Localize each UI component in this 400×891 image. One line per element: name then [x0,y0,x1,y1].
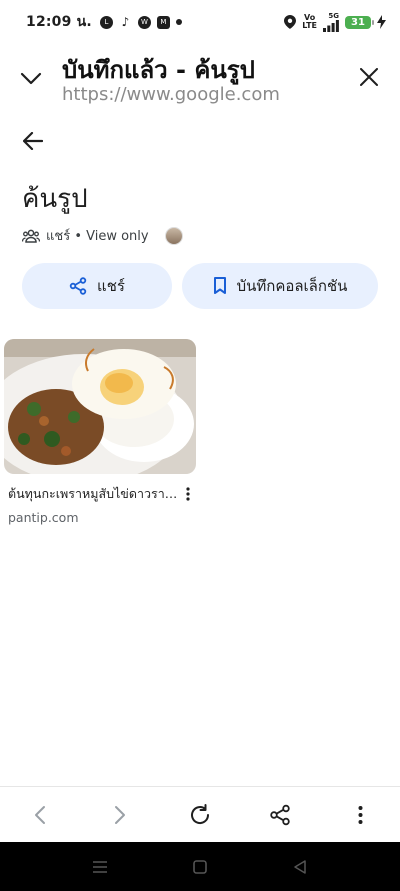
arrow-back-icon [23,132,43,150]
notification-icons: L ♪ W M [99,15,182,29]
food-thumbnail[interactable] [4,339,196,474]
system-nav-bar [0,842,400,891]
close-icon [360,68,378,86]
action-buttons: แชร์ บันทึกคอลเล็กชัน [22,263,378,309]
volte-bottom: LTE [302,21,317,30]
avatar[interactable] [164,226,183,245]
people-icon [22,229,40,243]
browser-forward-button[interactable] [98,793,142,837]
save-collection-button[interactable]: บันทึกคอลเล็กชัน [182,263,378,309]
header-url: https://www.google.com [62,84,280,105]
item-menu-button[interactable] [180,485,196,503]
share-status-row: แชร์ • View only [22,225,183,246]
share-icon [69,277,87,295]
more-options-button[interactable] [338,793,382,837]
signal-group: 5G [323,11,339,32]
card-title[interactable]: ต้นทุนกะเพราหมูสับไข่ดาวราคาเท่าไหร่ [8,484,178,504]
more-vert-icon [186,487,190,501]
recent-apps-button[interactable] [85,852,115,882]
share-icon [270,804,290,825]
network-gen: 5G [328,11,339,20]
browser-toolbar [0,786,400,842]
chevron-right-icon [115,805,125,824]
charging-icon [377,15,386,29]
square-icon [193,859,207,874]
collapse-button[interactable] [14,62,48,96]
toolbar-share-button[interactable] [258,793,302,837]
bookmark-icon [213,277,226,294]
status-bar: 12:09 น. L ♪ W M Vo LTE 5G 31 [0,0,400,44]
battery-level: 31 [351,16,365,28]
close-button[interactable] [352,60,386,94]
battery-icon: 31 [345,15,374,29]
page-title: ค้นรูป [22,184,88,214]
card-title-row: ต้นทุนกะเพราหมูสับไข่ดาวราคาเท่าไหร่ [4,484,196,504]
collection-header: บันทึกแล้ว - ค้นรูป https://www.google.c… [0,44,400,112]
status-time: 12:09 น. [26,14,92,30]
reload-icon [191,803,210,824]
share-status-text: แชร์ • View only [46,229,149,244]
share-button[interactable]: แชร์ [22,263,172,309]
share-button-label: แชร์ [97,277,125,295]
chevron-down-icon [20,72,42,85]
volte-indicator: Vo LTE [302,14,317,30]
status-right: Vo LTE 5G 31 [284,11,386,32]
browser-back-button[interactable] [18,793,62,837]
w-icon: W [137,15,151,29]
reload-button[interactable] [178,793,222,837]
system-back-button[interactable] [285,852,315,882]
tiktok-icon: ♪ [121,15,130,29]
back-button[interactable] [16,124,50,158]
signal-icon [323,19,339,32]
home-button[interactable] [185,852,215,882]
save-collection-label: บันทึกคอลเล็กชัน [236,277,348,295]
saved-item-card[interactable]: ต้นทุนกะเพราหมูสับไข่ดาวราคาเท่าไหร่ pan… [4,339,196,525]
m-icon: M [156,15,170,29]
chevron-left-icon [35,805,45,824]
card-source: pantip.com [8,510,79,525]
menu-icon [93,860,107,873]
more-vert-icon [358,805,362,824]
more-notifications-icon [175,19,182,25]
triangle-back-icon [294,859,306,874]
line-icon: L [99,15,113,29]
location-icon [284,15,297,29]
